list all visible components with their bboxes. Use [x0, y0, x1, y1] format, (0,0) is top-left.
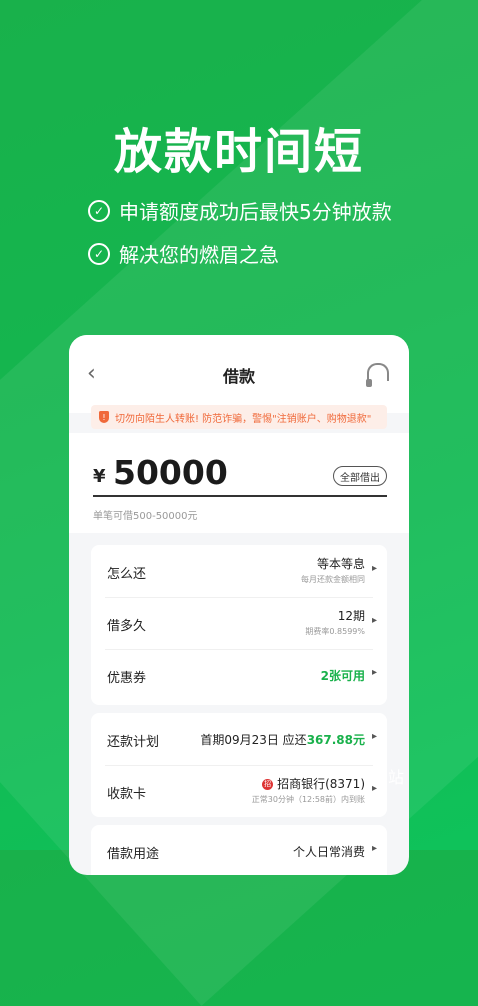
repay-method-sub: 每月还款金额相同 — [301, 575, 365, 584]
arrival-time: 正常30分钟（12:58前）内到账 — [251, 795, 365, 804]
headline: 放款时间短 — [113, 124, 364, 180]
repay-plan-row[interactable]: 还款计划 首期09月23日 应还367.88元 ▸ — [91, 713, 387, 765]
row-label: 借款用途 — [107, 847, 160, 862]
phone-mockup: ‹ 借款 ! 切勿向陌生人转账! 防范诈骗，警惕"注销账户、购物退款" ¥ 50… — [69, 335, 409, 875]
plan-prefix: 首期09月23日 应还 — [200, 733, 307, 747]
feature-item: ✓ 申请额度成功后最快5分钟放款 — [88, 196, 392, 225]
chevron-right-icon: ▸ — [371, 667, 377, 678]
bank-logo-icon: 招 — [262, 779, 274, 790]
chevron-right-icon: ▸ — [371, 843, 377, 854]
term-sub: 期费率0.8599% — [305, 627, 365, 636]
row-label: 优惠券 — [107, 671, 147, 686]
feature-text: 申请额度成功后最快5分钟放款 — [119, 200, 392, 224]
amount-underline — [93, 495, 387, 497]
row-value: 首期09月23日 应还367.88元 — [200, 731, 365, 748]
amount-input[interactable]: 50000 — [113, 453, 228, 492]
amount-range-hint: 单笔可借500-50000元 — [93, 511, 198, 522]
chevron-right-icon: ▸ — [371, 731, 377, 742]
row-label: 收款卡 — [107, 787, 147, 802]
loan-options-card: 怎么还 等本等息 每月还款金额相同 ▸ 借多久 12期 期费率0.8599% ▸… — [91, 545, 387, 705]
purpose-card: 借款用途 个人日常消费 ▸ — [91, 825, 387, 875]
row-value: 等本等息 每月还款金额相同 — [301, 555, 365, 585]
nav-bar: ‹ 借款 — [69, 335, 409, 413]
customer-service-icon[interactable] — [366, 363, 389, 387]
term-row[interactable]: 借多久 12期 期费率0.8599% ▸ — [91, 597, 387, 649]
feature-text: 解决您的燃眉之急 — [119, 243, 279, 267]
check-circle-icon: ✓ — [88, 242, 110, 265]
coupon-row[interactable]: 优惠券 2张可用 ▸ — [91, 649, 387, 701]
fraud-warning-banner: ! 切勿向陌生人转账! 防范诈骗，警惕"注销账户、购物退款" — [91, 405, 387, 429]
purpose-value: 个人日常消费 — [292, 845, 365, 859]
warning-text: 切勿向陌生人转账! 防范诈骗，警惕"注销账户、购物退款" — [115, 413, 372, 425]
bank-name: 招商银行(8371) — [277, 777, 365, 791]
shield-icon: ! — [99, 411, 109, 423]
repay-method-value: 等本等息 — [316, 557, 365, 571]
row-label: 借多久 — [107, 619, 147, 634]
currency-symbol: ¥ — [93, 466, 106, 487]
row-value: 12期 期费率0.8599% — [305, 607, 365, 637]
borrow-all-button[interactable]: 全部借出 — [333, 466, 387, 486]
chevron-right-icon: ▸ — [371, 783, 377, 794]
watermark-text: 站 — [388, 768, 405, 787]
amount-section: ¥ 50000 全部借出 单笔可借500-50000元 — [69, 433, 409, 533]
row-label: 还款计划 — [107, 735, 160, 750]
chevron-right-icon: ▸ — [371, 615, 377, 626]
row-value: 招招商银行(8371) 正常30分钟（12:58前）内到账 — [252, 775, 365, 805]
plan-amount: 367.88元 — [306, 733, 365, 747]
check-circle-icon: ✓ — [88, 199, 110, 222]
repay-method-row[interactable]: 怎么还 等本等息 每月还款金额相同 ▸ — [91, 545, 387, 597]
term-value: 12期 — [337, 609, 365, 623]
chevron-right-icon: ▸ — [371, 563, 377, 574]
bank-card-row[interactable]: 收款卡 招招商银行(8371) 正常30分钟（12:58前）内到账 ▸ — [91, 765, 387, 817]
repayment-card: 还款计划 首期09月23日 应还367.88元 ▸ 收款卡 招招商银行(8371… — [91, 713, 387, 817]
purpose-row[interactable]: 借款用途 个人日常消费 ▸ — [91, 825, 387, 875]
page-title: 借款 — [222, 367, 255, 386]
coupon-value: 2张可用 — [320, 669, 365, 683]
feature-item: ✓ 解决您的燃眉之急 — [88, 239, 279, 268]
row-label: 怎么还 — [107, 567, 147, 582]
